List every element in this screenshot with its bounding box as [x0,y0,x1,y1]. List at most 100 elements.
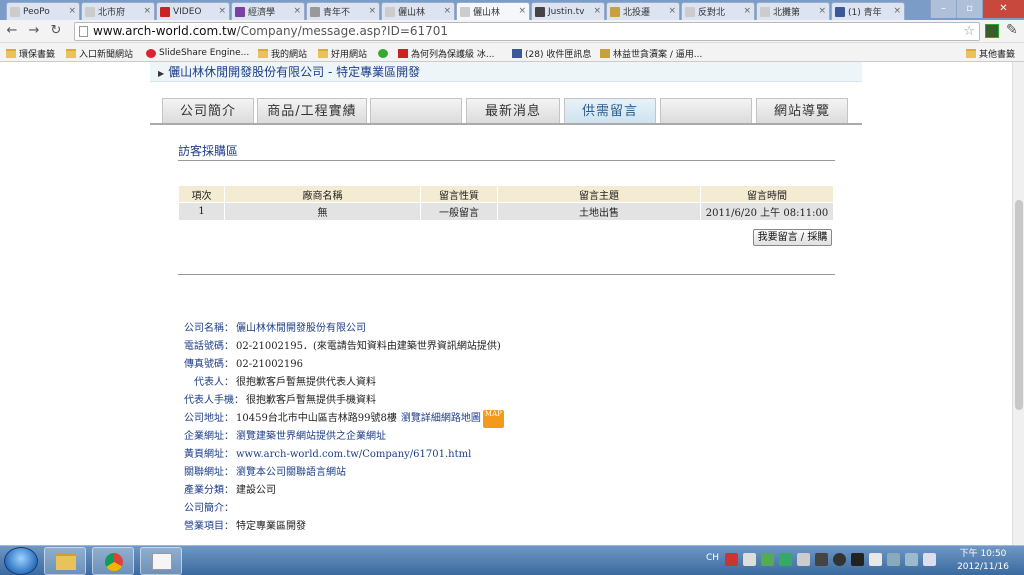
tab-favicon-icon [760,6,770,17]
tab-close-icon[interactable]: × [743,6,751,16]
nav-tab-messages[interactable]: 供需留言 [564,98,656,123]
info-row-industry: 產業分類： 建設公司 [184,485,276,496]
map-link[interactable]: 瀏覽詳細網路地圖 [401,410,481,428]
bookmark-item[interactable] [378,46,391,60]
tray-icon[interactable] [815,553,828,566]
maximize-button[interactable]: ▫ [956,0,982,18]
address-bar[interactable]: www.arch-world.com.tw/Company/message.as… [74,22,980,41]
browser-tab[interactable]: 北投遷 × [606,2,680,20]
tab-close-icon[interactable]: × [68,6,76,16]
tray-icon[interactable] [851,553,864,566]
extension-icon[interactable] [985,24,999,38]
map-badge[interactable]: MAP [482,410,504,428]
tab-label: 經濟學 [248,8,276,18]
volume-icon[interactable] [869,553,882,566]
browser-tab[interactable]: Justin.tv × [531,2,605,20]
table-row[interactable]: 1 無 一般留言 土地出售 2011/6/20 上午 08:11:00 [178,202,834,221]
table-header: 留言主題 [497,185,701,203]
table-cell: 無 [224,202,421,221]
browser-tab[interactable]: 北市府 × [81,2,155,20]
browser-tab[interactable]: PeoPo × [6,2,80,20]
browser-tab[interactable]: 青年不 × [306,2,380,20]
forward-icon[interactable]: → [26,23,42,39]
tab-close-icon[interactable]: × [218,6,226,16]
wrench-menu-icon[interactable]: ✎ [1006,22,1018,38]
clock-time: 下午 10:50 [959,549,1007,559]
folder-icon [318,48,328,58]
nav-tab-about[interactable]: 公司簡介 [162,98,254,123]
table-cell: 2011/6/20 上午 08:11:00 [700,202,834,221]
info-row-yellowpage: 黃頁網址： www.arch-world.com.tw/Company/61701… [184,449,472,460]
browser-tab[interactable]: 儷山林 × [381,2,455,20]
nav-tab-empty-1[interactable] [370,98,462,123]
tray-icon[interactable] [779,553,792,566]
tray-icon[interactable] [833,553,846,566]
bookmark-item[interactable]: 我的網站 [258,46,307,60]
info-row-company-name: 公司名稱： 儷山林休閒開發股份有限公司 [184,323,366,334]
display-icon[interactable] [905,553,918,566]
bookmarks-bar: 環保書籤 入口新聞網站 SlideShare Engine... 我的網站 好用… [0,43,1024,62]
tab-close-icon[interactable]: × [293,6,301,16]
input-language[interactable]: CH [706,553,720,566]
bookmark-item[interactable]: SlideShare Engine... [146,46,249,60]
bookmark-item[interactable]: 林益世貪瀆案 / 逼用... [600,46,702,60]
tab-close-icon[interactable]: × [368,6,376,16]
table-header: 項次 [178,185,225,203]
bookmark-item[interactable]: 好用網站 [318,46,367,60]
nav-tab-products[interactable]: 商品/工程實績 [257,98,367,123]
action-center-icon[interactable] [923,553,936,566]
browser-tab[interactable]: 北攤第 × [756,2,830,20]
window-close-button[interactable]: ✕ [982,0,1024,18]
ime-icon[interactable] [725,553,738,566]
bookmark-item[interactable]: (28) 收件匣訊息 [512,46,591,60]
tab-close-icon[interactable]: × [143,6,151,16]
browser-tab[interactable]: (1) 青年 × [831,2,905,20]
site-header: ▶ 儷山林休閒開發股份有限公司 - 特定專業區開發 [150,62,862,82]
reload-icon[interactable]: ↻ [48,23,64,39]
tab-label: 反對北 [698,8,726,18]
nav-tab-empty-2[interactable] [660,98,752,123]
bookmark-item[interactable]: 環保書籤 [6,46,55,60]
table-cell[interactable]: 土地出售 [497,202,701,221]
tab-label: (1) 青年 [848,8,882,18]
tray-icon[interactable] [797,553,810,566]
tab-close-icon[interactable]: × [818,6,826,16]
network-icon[interactable] [887,553,900,566]
tray-icon[interactable] [743,553,756,566]
minimize-button[interactable]: – [930,0,956,18]
slideshare-icon [146,48,156,58]
start-button[interactable] [4,547,38,575]
browser-tab[interactable]: 經濟學 × [231,2,305,20]
table-cell: 1 [178,202,225,221]
taskbar-clock[interactable]: 下午 10:50 2012/11/16 [948,548,1018,574]
bookmark-item[interactable]: 為何列為保護級 冰... [398,46,494,60]
post-message-button[interactable]: 我要留言 / 採購 [753,229,832,246]
tab-close-icon[interactable]: × [593,6,601,16]
browser-tab[interactable]: 儷山林 × [456,2,530,20]
tab-label: VIDEO [173,6,202,17]
nav-tab-sitemap[interactable]: 網站導覽 [756,98,848,123]
tab-close-icon[interactable]: × [893,6,901,16]
back-icon[interactable]: ← [4,23,20,39]
taskbar-chrome[interactable] [92,547,134,575]
other-bookmarks[interactable]: 其他書籤 [966,46,1015,60]
tray-icon[interactable] [761,553,774,566]
taskbar-explorer[interactable] [44,547,86,575]
tab-favicon-icon [310,6,320,17]
tab-label: 北攤第 [773,8,801,18]
nav-tab-news[interactable]: 最新消息 [466,98,560,123]
folder-icon [258,48,268,58]
tab-close-icon[interactable]: × [518,6,526,16]
clock-date: 2012/11/16 [957,562,1009,572]
scrollbar-thumb[interactable] [1015,200,1023,410]
tab-label: PeoPo [23,6,50,17]
bookmark-star-icon[interactable]: ☆ [963,23,975,40]
tab-close-icon[interactable]: × [668,6,676,16]
browser-tab[interactable]: 反對北 × [681,2,755,20]
vertical-scrollbar[interactable] [1012,62,1024,545]
browser-tab[interactable]: VIDEO × [156,2,230,20]
folder-icon [6,48,16,58]
bookmark-item[interactable]: 入口新聞網站 [66,46,133,60]
taskbar-paint[interactable] [140,547,182,575]
tab-close-icon[interactable]: × [443,6,451,16]
